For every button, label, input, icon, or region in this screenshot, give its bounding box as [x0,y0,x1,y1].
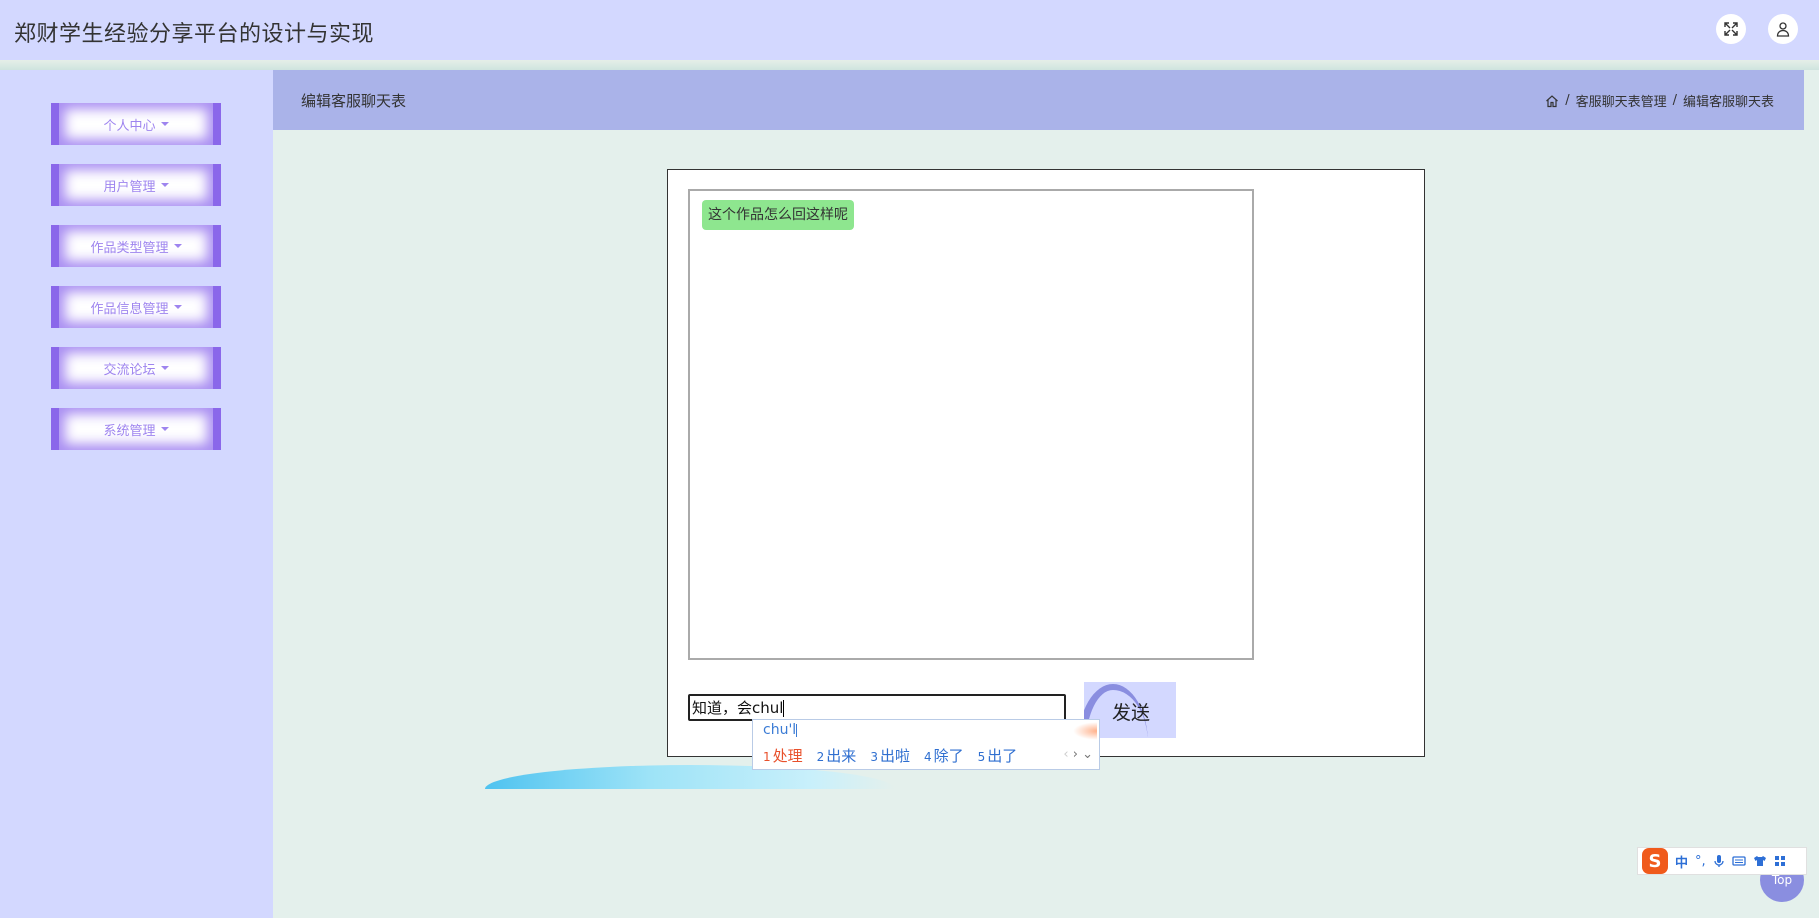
sidebar-item-label: 作品类型管理 [90,240,169,256]
ime-page-nav[interactable]: ‹ › ⌄ [1063,747,1093,762]
breadcrumb: / 客服聊天表管理 / 编辑客服聊天表 [1545,91,1774,110]
ime-candidate[interactable]: 3 出啦 [870,745,910,766]
ime-punctuation-toggle[interactable]: °, [1695,854,1706,869]
text-cursor [783,700,785,717]
ime-mode-toggle[interactable]: 中 [1675,852,1688,871]
chat-card: 这个作品怎么回这样呢 知道，会chul 发送 [667,169,1425,757]
ime-candidate-list: 1 处理 2 出来 3 出啦 4 除了 5 出了 [763,745,1017,766]
top-bar: 郑财学生经验分享平台的设计与实现 [0,0,1819,60]
caret-down-icon [173,305,182,309]
sidebar-item-work-info-management[interactable]: 作品信息管理 [51,286,221,328]
ime-candidate[interactable]: 1 处理 [763,745,803,766]
home-icon[interactable] [1545,94,1559,108]
fullscreen-icon [1724,22,1738,36]
page-title: 编辑客服聊天表 [301,92,407,110]
caret-down-icon [160,427,169,431]
ime-composition: chu'l [763,722,798,738]
caret-down-icon [160,122,169,126]
user-icon [1776,22,1790,37]
app-title: 郑财学生经验分享平台的设计与实现 [14,22,375,47]
sidebar-item-system-management[interactable]: 系统管理 [51,408,221,450]
sidebar-item-label: 作品信息管理 [90,301,169,317]
back-to-top-label: Top [1771,873,1793,887]
fullscreen-button[interactable] [1716,14,1746,44]
sidebar-item-label: 系统管理 [103,423,156,439]
send-button-label: 发送 [1112,702,1151,724]
ime-toolbar: S 中 °, [1637,847,1807,875]
breadcrumb-separator: / [1672,93,1677,108]
chat-message-bubble: 这个作品怎么回这样呢 [702,200,854,230]
ime-candidate[interactable]: 5 出了 [978,745,1018,766]
breadcrumb-current: 编辑客服聊天表 [1682,95,1774,110]
sidebar-item-label: 个人中心 [103,118,156,134]
breadcrumb-parent[interactable]: 客服聊天表管理 [1576,91,1667,110]
toolbox-grid-icon[interactable] [1774,855,1786,867]
user-button[interactable] [1768,14,1798,44]
chevron-left-icon[interactable]: ‹ [1063,747,1068,762]
ime-candidate[interactable]: 4 除了 [924,745,964,766]
message-input-value: 知道，会chul [692,699,784,717]
ime-skin-decoration [1073,722,1097,740]
chevron-right-icon[interactable]: › [1073,747,1078,762]
chat-message-list[interactable]: 这个作品怎么回这样呢 [688,189,1254,660]
microphone-icon[interactable] [1713,854,1725,868]
ime-candidate[interactable]: 2 出来 [817,745,857,766]
caret-down-icon [160,183,169,187]
sogou-logo-icon[interactable]: S [1642,848,1668,874]
ime-candidate-window: chu'l 1 处理 2 出来 3 出啦 4 除了 5 出了 ‹ › ⌄ [752,719,1100,770]
caret-down-icon [160,366,169,370]
page-header: 编辑客服聊天表 / 客服聊天表管理 / 编辑客服聊天表 [273,70,1804,130]
sidebar-item-forum[interactable]: 交流论坛 [51,347,221,389]
breadcrumb-separator: / [1565,93,1570,108]
sidebar-item-work-type-management[interactable]: 作品类型管理 [51,225,221,267]
sidebar-item-user-management[interactable]: 用户管理 [51,164,221,206]
caret-down-icon [173,244,182,248]
skin-shirt-icon[interactable] [1753,855,1767,867]
chevron-down-icon[interactable]: ⌄ [1082,747,1093,762]
header-divider [0,60,1819,70]
message-input[interactable]: 知道，会chul [688,694,1066,721]
sidebar-item-label: 用户管理 [103,179,156,195]
sidebar: 个人中心 用户管理 作品类型管理 作品信息管理 交流论坛 系统管理 [0,70,273,918]
sidebar-item-personal-center[interactable]: 个人中心 [51,103,221,145]
keyboard-icon[interactable] [1732,855,1746,867]
sidebar-item-label: 交流论坛 [103,362,156,378]
